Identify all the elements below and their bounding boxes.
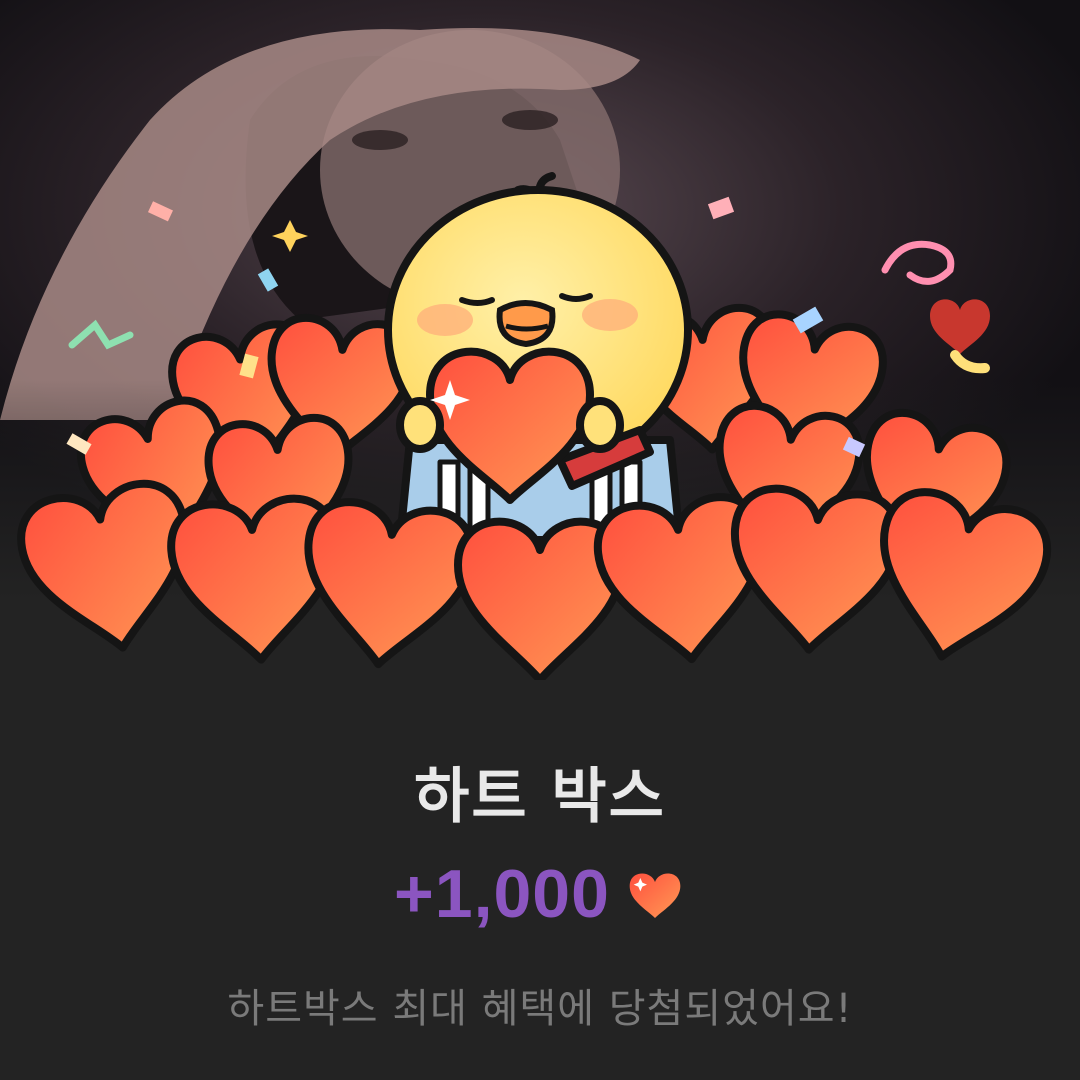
heart-icon [304, 498, 476, 669]
heart-icon [731, 484, 903, 654]
reward-message: 하트박스 최대 혜택에 당첨되었어요! [227, 986, 853, 1032]
heart-box-reward-screen: 하트 박스 +1,000 하트박스 최대 혜택에 당첨되었어요! [0, 0, 1080, 1080]
reward-row: +1,000 [0, 855, 1080, 933]
heart-icon [629, 873, 681, 918]
popup-title: 하트 박스 [414, 762, 666, 832]
heart-icon [880, 488, 1052, 661]
heart-box-illustration [17, 172, 1052, 680]
heart-icon [930, 299, 990, 354]
reward-amount: +1,000 [394, 856, 610, 932]
